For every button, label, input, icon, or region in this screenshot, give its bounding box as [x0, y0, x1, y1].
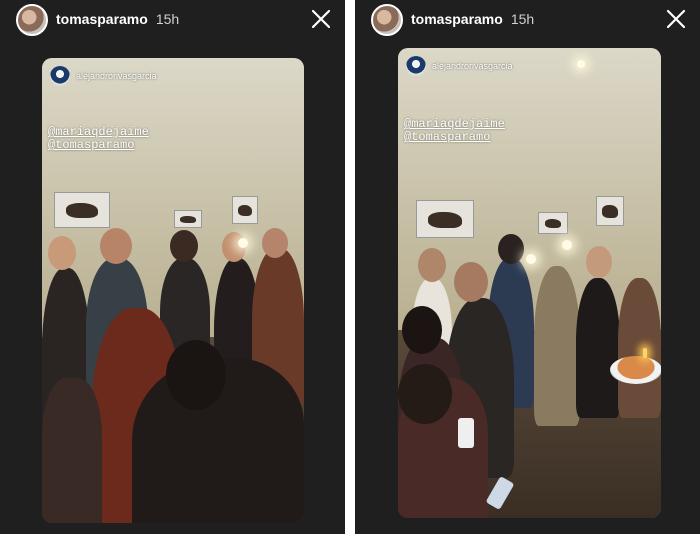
- story-username[interactable]: tomasparamo 15h: [411, 11, 534, 27]
- mention-tag[interactable]: @tomasparamo: [404, 131, 505, 144]
- avatar[interactable]: [16, 4, 48, 36]
- story-panel-left: tomasparamo 15h alejandrorivasgarcia @ma…: [0, 0, 345, 534]
- panel-divider: [345, 0, 355, 534]
- close-icon[interactable]: [664, 7, 688, 31]
- reposted-story-card[interactable]: alejandrorivasgarcia @mariaqdejaime @tom…: [42, 58, 304, 523]
- avatar[interactable]: [371, 4, 403, 36]
- repost-avatar[interactable]: [406, 56, 426, 76]
- repost-username[interactable]: alejandrorivasgarcia: [76, 71, 157, 81]
- close-icon[interactable]: [309, 7, 333, 31]
- mention-tag[interactable]: @tomasparamo: [48, 139, 149, 152]
- story-header: tomasparamo 15h: [0, 0, 345, 40]
- reposted-account[interactable]: alejandrorivasgarcia: [406, 56, 513, 76]
- story-time: 15h: [510, 11, 535, 27]
- story-panel-right: tomasparamo 15h alejandrorivasgarcia @ma…: [355, 0, 700, 534]
- username-label[interactable]: tomasparamo: [411, 11, 503, 27]
- repost-username[interactable]: alejandrorivasgarcia: [432, 61, 513, 71]
- mention-stickers: @mariaqdejaime @tomasparamo: [404, 118, 505, 144]
- story-time: 15h: [155, 11, 180, 27]
- username-label[interactable]: tomasparamo: [56, 11, 148, 27]
- reposted-account[interactable]: alejandrorivasgarcia: [50, 66, 157, 86]
- mention-stickers: @mariaqdejaime @tomasparamo: [48, 126, 149, 152]
- story-header: tomasparamo 15h: [355, 0, 700, 40]
- repost-avatar[interactable]: [50, 66, 70, 86]
- story-username[interactable]: tomasparamo 15h: [56, 11, 179, 27]
- reposted-story-card[interactable]: alejandrorivasgarcia @mariaqdejaime @tom…: [398, 48, 661, 518]
